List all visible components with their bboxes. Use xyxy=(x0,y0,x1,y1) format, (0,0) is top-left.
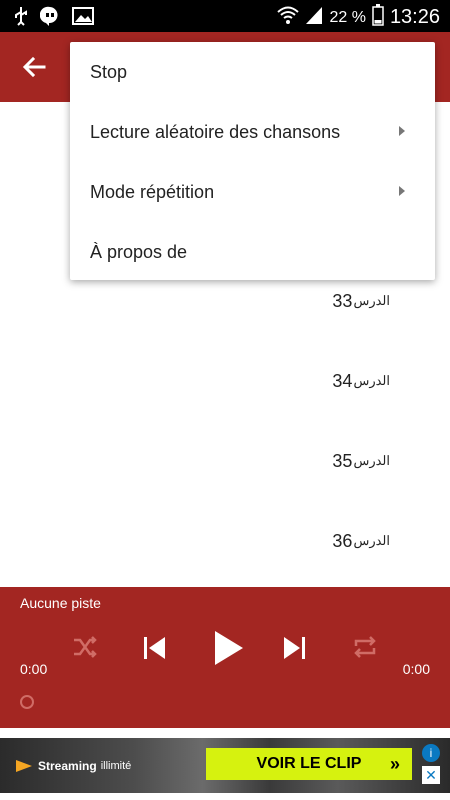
shuffle-button[interactable] xyxy=(72,635,98,664)
player-panel: Aucune piste 0:00 0:00 xyxy=(0,587,450,728)
duration-time: 0:00 xyxy=(402,661,430,677)
streaming-logo-icon xyxy=(16,760,32,772)
lesson-number: 33 xyxy=(332,290,353,311)
status-time: 13:26 xyxy=(389,6,440,28)
hangouts-icon xyxy=(39,6,60,31)
menu-item-label: Mode répétition xyxy=(90,181,215,202)
menu-item-about[interactable]: À propos de xyxy=(70,222,435,282)
wifi-icon xyxy=(277,5,300,30)
play-button[interactable] xyxy=(213,629,245,672)
next-button[interactable] xyxy=(282,635,308,666)
lesson-number: 36 xyxy=(332,530,353,551)
seek-handle[interactable] xyxy=(20,695,34,709)
previous-button[interactable] xyxy=(141,635,167,666)
menu-item-repeat-mode[interactable]: Mode répétition xyxy=(70,162,435,222)
skip-next-icon xyxy=(284,637,305,659)
gallery-icon xyxy=(72,7,94,30)
repeat-icon xyxy=(354,636,376,658)
submenu-arrow-icon xyxy=(399,126,405,136)
back-button[interactable] xyxy=(20,52,50,82)
list-item[interactable]: 35 الدرس xyxy=(332,446,390,476)
skip-previous-icon xyxy=(144,637,165,659)
ad-cta-label: VOIR LE CLIP xyxy=(256,755,362,772)
ad-brand-light: illimité xyxy=(100,760,132,772)
lesson-number: 35 xyxy=(332,450,353,471)
lesson-word: الدرس xyxy=(353,533,390,548)
list-item[interactable]: 34 الدرس xyxy=(332,366,390,396)
ad-cta-chevron: » xyxy=(389,754,400,774)
battery-icon xyxy=(372,4,384,31)
track-label: Aucune piste xyxy=(20,595,101,611)
menu-item-label: Lecture aléatoire des chansons xyxy=(90,121,341,142)
submenu-arrow-icon xyxy=(399,186,405,196)
ad-logo: Streaming illimité xyxy=(14,756,131,776)
usb-icon xyxy=(14,6,28,31)
lesson-word: الدرس xyxy=(353,293,390,308)
signal-icon xyxy=(305,5,323,30)
shuffle-icon xyxy=(74,636,97,658)
repeat-button[interactable] xyxy=(352,635,378,664)
list-item[interactable]: 33 الدرس xyxy=(332,286,390,316)
menu-item-label: À propos de xyxy=(90,241,188,262)
lesson-word: الدرس xyxy=(353,453,390,468)
arrow-left-icon xyxy=(22,56,46,78)
ad-cta-button[interactable]: VOIR LE CLIP » xyxy=(206,748,412,780)
ad-brand-bold: Streaming xyxy=(38,759,97,773)
menu-item-shuffle[interactable]: Lecture aléatoire des chansons xyxy=(70,102,435,162)
battery-percent: 22 % xyxy=(329,8,366,26)
list-item[interactable]: 36 الدرس xyxy=(332,526,390,556)
ad-banner[interactable]: Streaming illimité VOIR LE CLIP » i ✕ xyxy=(0,738,450,793)
menu-item-stop[interactable]: Stop xyxy=(70,42,435,102)
lesson-number: 34 xyxy=(332,370,353,391)
overflow-menu: Stop Lecture aléatoire des chansons Mode… xyxy=(70,42,435,280)
status-bar: 22 % 13:26 xyxy=(0,0,450,32)
play-icon xyxy=(215,631,243,665)
menu-item-label: Stop xyxy=(90,61,128,82)
elapsed-time: 0:00 xyxy=(20,661,48,677)
ad-close-icon[interactable]: ✕ xyxy=(422,766,440,784)
lesson-word: الدرس xyxy=(353,373,390,388)
ad-info-icon[interactable]: i xyxy=(422,744,440,762)
